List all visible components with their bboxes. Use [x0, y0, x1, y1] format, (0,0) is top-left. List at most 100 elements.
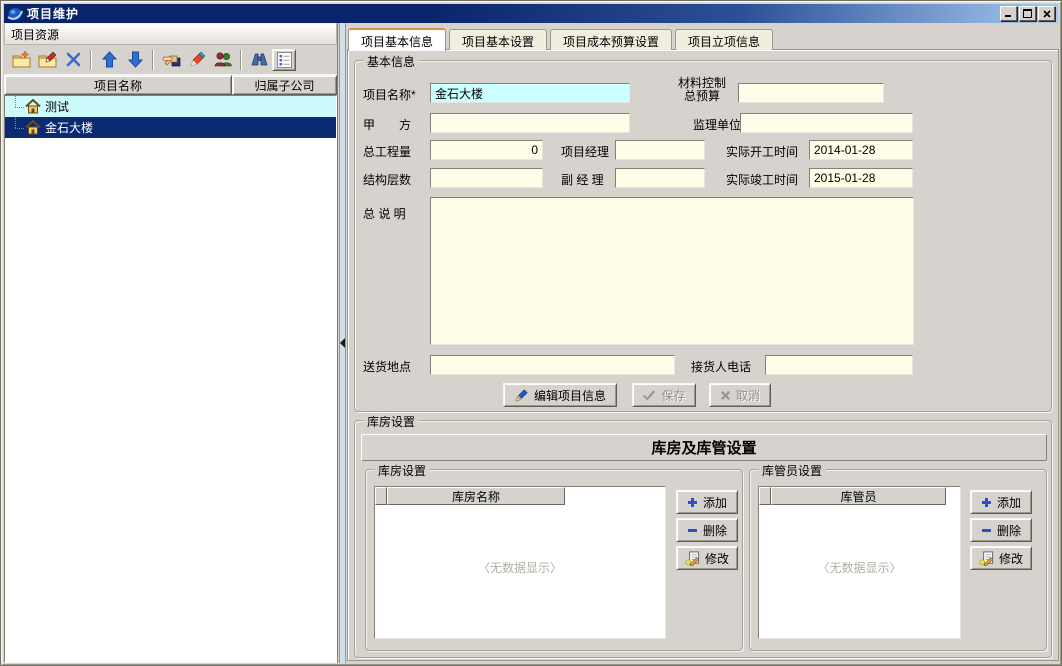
maximize-button[interactable]: [1019, 6, 1036, 21]
store-name-column-header[interactable]: 库房名称: [387, 487, 565, 505]
delivery-address-label: 送货地点: [363, 358, 411, 375]
actual-start-label: 实际开工时间: [726, 143, 798, 160]
x-icon: [720, 390, 731, 401]
tabstrip: 项目基本信息 项目基本设置 项目成本预算设置 项目立项信息: [348, 28, 776, 50]
deputy-manager-label: 副 经 理: [561, 171, 604, 188]
move-down-button[interactable]: [122, 48, 148, 72]
keeper-groupbox: 库管员设置 库管员 〈无数据显示〉 添加 删除: [749, 469, 1047, 651]
column-header-company[interactable]: 归属子公司: [232, 75, 337, 95]
party-a-label: 甲 方: [363, 116, 411, 133]
home-icon: [25, 120, 41, 135]
store-table: 库房名称 〈无数据显示〉: [374, 486, 666, 639]
edit-folder-icon: [38, 51, 57, 68]
keeper-add-button[interactable]: 添加: [970, 490, 1032, 514]
window: 项目维护 项目资源: [0, 0, 1062, 666]
empty-data-text: 〈无数据显示〉: [375, 559, 665, 576]
receiver-phone-label: 接货人电话: [691, 358, 751, 375]
tree-column-headers: 项目名称 归属子公司: [4, 75, 337, 95]
empty-data-text: 〈无数据显示〉: [759, 559, 960, 576]
tree-connector: [9, 96, 25, 117]
description-textarea[interactable]: [430, 197, 914, 345]
report-button[interactable]: [272, 49, 296, 71]
party-a-input[interactable]: [430, 113, 630, 133]
description-label: 总 说 明: [363, 205, 406, 222]
tree-row-label: 金石大楼: [45, 119, 93, 136]
move-up-button[interactable]: [96, 48, 122, 72]
maximize-icon: [1023, 9, 1032, 18]
toolbar-separator: [90, 50, 92, 70]
actual-start-date-input[interactable]: [809, 140, 913, 160]
assign-button[interactable]: [158, 48, 184, 72]
supervisor-unit-input[interactable]: [740, 113, 913, 133]
column-header-project-name[interactable]: 项目名称: [4, 75, 232, 95]
project-resource-panel: 项目资源: [4, 23, 338, 663]
collapse-arrow-icon[interactable]: [340, 338, 345, 348]
delete-project-button[interactable]: [60, 48, 86, 72]
tab-page: 基本信息 项目名称* 材料控制 总预算 甲 方 监理单位 总工程量 项目经理 实…: [347, 49, 1059, 661]
users-icon: [214, 52, 233, 67]
basic-info-groupbox: 基本信息 项目名称* 材料控制 总预算 甲 方 监理单位 总工程量 项目经理 实…: [354, 60, 1052, 412]
structure-floors-input[interactable]: [430, 168, 543, 188]
keeper-column-header[interactable]: 库管员: [771, 487, 946, 505]
tree-connector: [9, 117, 25, 138]
home-icon: [25, 99, 41, 114]
minimize-button[interactable]: [1000, 6, 1017, 21]
add-project-button[interactable]: [8, 48, 34, 72]
project-users-button[interactable]: [210, 48, 236, 72]
supervisor-unit-label: 监理单位: [693, 116, 741, 133]
titlebar[interactable]: 项目维护: [4, 4, 1058, 23]
project-name-input[interactable]: [430, 83, 630, 103]
tree-row-test[interactable]: 测试: [5, 96, 336, 117]
material-budget-label: 材料控制 总预算: [676, 77, 728, 103]
minus-icon: [981, 525, 992, 536]
keeper-modify-button[interactable]: 修改: [970, 546, 1032, 570]
row-indicator-header: [759, 487, 771, 505]
tab-project-basic-settings[interactable]: 项目基本设置: [449, 29, 547, 50]
tab-project-approval-info[interactable]: 项目立项信息: [675, 29, 773, 50]
project-tree: 测试 金石大楼: [4, 95, 337, 663]
edit-pencil-button[interactable]: [184, 48, 210, 72]
receiver-phone-input[interactable]: [765, 355, 913, 375]
panel-caption: 项目资源: [4, 23, 337, 45]
store-remove-button[interactable]: 删除: [676, 518, 738, 542]
pointing-hand-icon: [162, 52, 181, 67]
search-button[interactable]: [246, 48, 272, 72]
groupbox-title: 库房设置: [363, 413, 419, 430]
store-add-button[interactable]: 添加: [676, 490, 738, 514]
project-name-label: 项目名称*: [363, 86, 416, 103]
actual-end-date-input[interactable]: [809, 168, 913, 188]
project-manager-label: 项目经理: [561, 143, 609, 160]
keeper-table: 库管员 〈无数据显示〉: [758, 486, 961, 639]
tab-project-basic-info[interactable]: 项目基本信息: [348, 28, 446, 51]
up-arrow-icon: [102, 51, 117, 68]
actual-end-label: 实际竣工时间: [726, 171, 798, 188]
pen-icon: [514, 388, 529, 403]
project-toolbar: [4, 45, 337, 75]
project-manager-input[interactable]: [615, 140, 705, 160]
keeper-remove-button[interactable]: 删除: [970, 518, 1032, 542]
store-modify-button[interactable]: 修改: [676, 546, 738, 570]
window-title: 项目维护: [27, 5, 79, 22]
delete-x-icon: [66, 52, 81, 67]
total-quantity-input[interactable]: [430, 140, 543, 160]
tree-row-jinshi[interactable]: 金石大楼: [5, 117, 336, 138]
app-icon: [7, 6, 23, 22]
deputy-manager-input[interactable]: [615, 168, 705, 188]
total-quantity-label: 总工程量: [363, 143, 411, 160]
tab-project-cost-budget-settings[interactable]: 项目成本预算设置: [550, 29, 672, 50]
detail-panel: 项目基本信息 项目基本设置 项目成本预算设置 项目立项信息 基本信息 项目名称*…: [346, 23, 1060, 663]
new-folder-icon: [12, 51, 31, 68]
edit-project-folder-button[interactable]: [34, 48, 60, 72]
check-icon: [642, 390, 656, 401]
panel-splitter[interactable]: [339, 23, 346, 663]
material-budget-input[interactable]: [738, 83, 884, 103]
cancel-button[interactable]: 取消: [709, 383, 771, 407]
delivery-address-input[interactable]: [430, 355, 675, 375]
warehouse-banner: 库房及库管设置: [361, 434, 1047, 461]
down-arrow-icon: [128, 51, 143, 68]
report-list-icon: [277, 52, 292, 68]
save-button[interactable]: 保存: [632, 383, 696, 407]
edit-project-info-button[interactable]: 编辑项目信息: [503, 383, 617, 407]
minimize-icon: [1005, 9, 1013, 18]
close-button[interactable]: [1038, 6, 1055, 21]
